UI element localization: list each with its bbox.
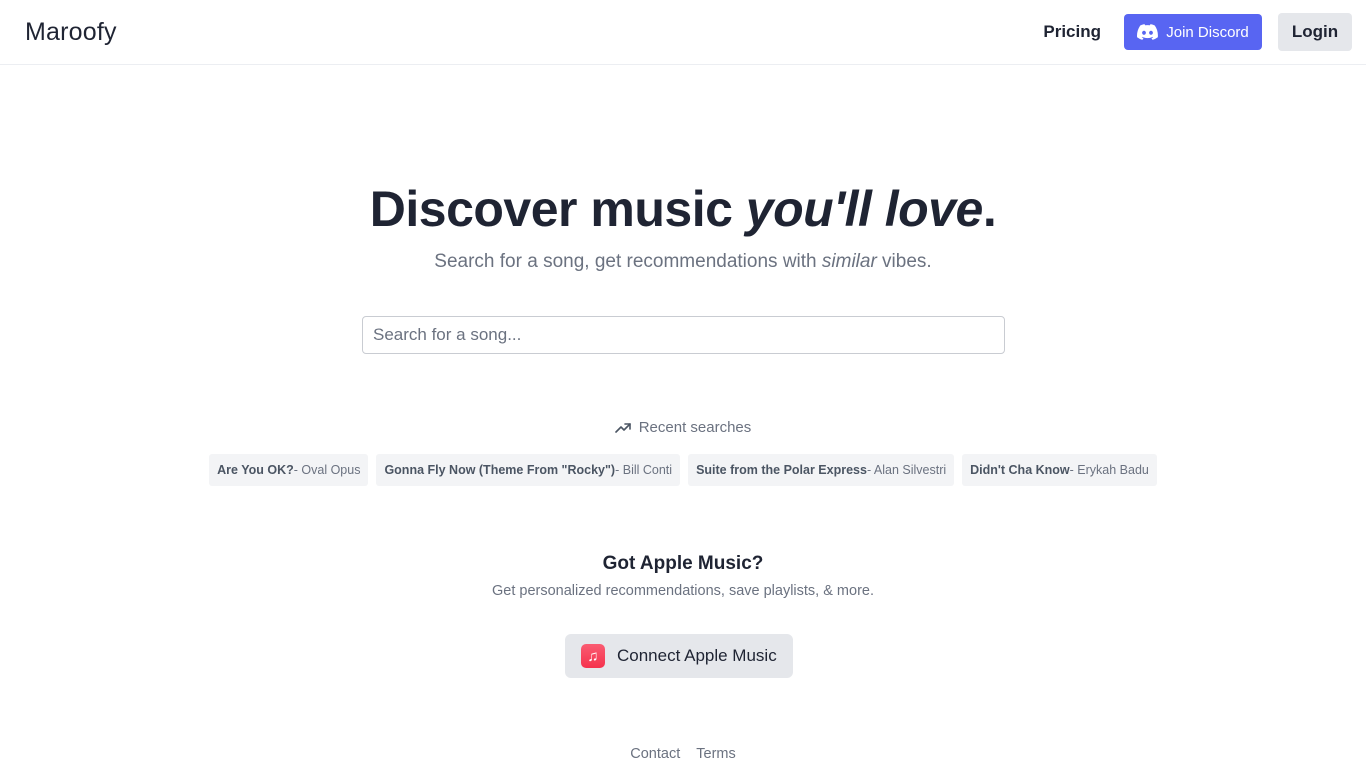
hero-subtitle: Search for a song, get recommendations w… [0,251,1366,273]
chip-artist: - Bill Conti [615,463,673,477]
hero-title-end: . [982,181,997,237]
hero-title-plain: Discover music [369,181,746,237]
hero-subtitle-post: vibes. [876,251,932,272]
recent-search-chip[interactable]: Didn't Cha Know - Erykah Badu [962,454,1157,486]
logo[interactable]: Maroofy [25,18,117,47]
recent-search-chip[interactable]: Gonna Fly Now (Theme From "Rocky") - Bil… [376,454,681,486]
hero-subtitle-pre: Search for a song, get recommendations w… [434,251,822,272]
apple-music-icon: ♫ [581,644,605,668]
hero-title-italic: you'll love [745,181,984,237]
contact-link[interactable]: Contact [630,746,680,762]
chip-artist: - Alan Silvestri [866,463,947,477]
trending-up-icon [614,422,631,433]
recent-search-chip[interactable]: Are You OK? - Oval Opus [209,454,369,486]
join-discord-button[interactable]: Join Discord [1124,14,1262,50]
chip-artist: - Erykah Badu [1069,463,1149,477]
nav: Pricing Join Discord Login [1043,13,1352,51]
chip-song: Didn't Cha Know [970,463,1070,477]
hero-subtitle-italic: similar [821,251,877,272]
chip-artist: - Oval Opus [293,463,361,477]
terms-link[interactable]: Terms [696,746,735,762]
song-search-input[interactable] [362,316,1005,354]
chip-song: Are You OK? [217,463,294,477]
connect-apple-music-button[interactable]: ♫ Connect Apple Music [565,634,793,678]
apple-music-title: Got Apple Music? [602,553,764,574]
chip-song: Suite from the Polar Express [696,463,867,477]
login-button[interactable]: Login [1278,13,1352,51]
connect-apple-music-label: Connect Apple Music [617,646,777,665]
chip-song: Gonna Fly Now (Theme From "Rocky") [384,463,616,477]
join-discord-label: Join Discord [1166,23,1249,41]
header: Maroofy Pricing Join Discord Login [0,0,1366,65]
pricing-link[interactable]: Pricing [1043,22,1101,42]
discord-icon [1137,24,1159,40]
hero-title: Discover music you'll love. [0,180,1366,238]
recent-searches-heading: Recent searches [0,419,1366,436]
recent-search-chip[interactable]: Suite from the Polar Express - Alan Silv… [688,454,955,486]
apple-music-subtitle: Get personalized recommendations, save p… [491,583,874,599]
footer: Contact Terms [0,746,1366,762]
recent-searches-list: Are You OK? - Oval Opus Gonna Fly Now (T… [0,454,1366,486]
recent-searches-label: Recent searches [638,419,752,436]
